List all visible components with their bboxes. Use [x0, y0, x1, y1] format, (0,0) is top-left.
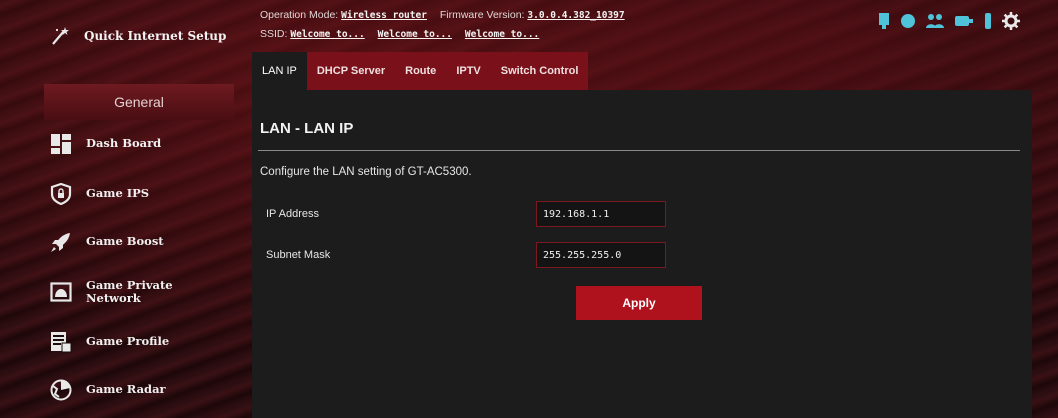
router-status-info: Operation Mode: Wireless router Firmware… [260, 6, 635, 44]
ip-address-label: IP Address [266, 208, 319, 220]
panel-description: Configure the LAN setting of GT-AC5300. [260, 166, 472, 178]
tab-dhcp-server[interactable]: DHCP Server [306, 52, 396, 90]
usb-icon[interactable] [954, 13, 974, 29]
sidebar-item-game-radar[interactable]: Game Radar [40, 372, 236, 408]
operation-mode-row: Operation Mode: Wireless router Firmware… [260, 6, 635, 25]
ssid-row: SSID: Welcome to... Welcome to... Welcom… [260, 25, 635, 44]
tab-switch-control[interactable]: Switch Control [490, 52, 589, 90]
page-title: LAN - LAN IP [260, 120, 354, 137]
lan-tabs: LAN IP DHCP Server Route IPTV Switch Con… [252, 52, 589, 90]
wand-icon [52, 27, 69, 45]
sidebar-item-game-private-network[interactable]: Game Private Network [40, 272, 236, 312]
sidebar-item-label: Game Profile [86, 334, 170, 349]
device-icon[interactable] [983, 12, 993, 30]
subnet-mask-label: Subnet Mask [266, 249, 331, 261]
ssid-link[interactable]: Welcome to... [290, 29, 364, 40]
status-icons [877, 12, 1020, 30]
tab-route[interactable]: Route [395, 52, 447, 90]
ssid-link[interactable]: Welcome to... [378, 29, 452, 40]
shield-icon [50, 183, 72, 205]
lan-ip-panel: LAN - LAN IP Configure the LAN setting o… [252, 90, 1032, 418]
ssid-link[interactable]: Welcome to... [465, 29, 539, 40]
profile-icon [51, 332, 72, 353]
globe-icon[interactable] [900, 13, 916, 29]
subnet-mask-input[interactable]: 255.255.255.0 [536, 242, 666, 268]
tab-iptv[interactable]: IPTV [446, 52, 491, 90]
firmware-label: Firmware Version: [439, 9, 525, 21]
sidebar-item-dashboard[interactable]: Dash Board [40, 126, 236, 162]
general-section-header: General [44, 84, 234, 120]
operation-mode-label: Operation Mode: [260, 9, 339, 21]
divider [258, 150, 1020, 151]
sidebar-item-game-ips[interactable]: Game IPS [40, 176, 236, 212]
sidebar-item-game-boost[interactable]: Game Boost [40, 224, 236, 260]
sidebar-item-game-profile[interactable]: Game Profile [40, 324, 236, 360]
sidebar-item-label: Game Boost [86, 234, 164, 249]
dashboard-icon [51, 134, 71, 154]
quick-internet-setup[interactable]: Quick Internet Setup [40, 16, 236, 56]
sidebar-item-label: Game Radar [86, 382, 166, 397]
apply-button[interactable]: Apply [576, 286, 702, 320]
radar-icon [50, 379, 72, 401]
private-network-icon [50, 282, 72, 302]
ip-address-input[interactable]: 192.168.1.1 [536, 201, 666, 227]
sidebar: Quick Internet Setup General Dash Board … [40, 0, 236, 418]
quick-setup-label: Quick Internet Setup [84, 29, 227, 43]
network-icon[interactable] [877, 12, 891, 30]
sidebar-item-label: Game IPS [86, 186, 150, 201]
sidebar-item-label: Game Private Network [86, 277, 173, 305]
operation-mode-link[interactable]: Wireless router [341, 10, 427, 21]
firmware-version-link[interactable]: 3.0.0.4.382_10397 [527, 10, 624, 21]
tab-lan-ip[interactable]: LAN IP [252, 52, 307, 90]
sidebar-item-label: Dash Board [86, 136, 162, 151]
rocket-icon [51, 233, 70, 252]
users-icon[interactable] [925, 13, 945, 29]
settings-icon[interactable] [1002, 12, 1020, 30]
ssid-label: SSID: [260, 28, 288, 40]
